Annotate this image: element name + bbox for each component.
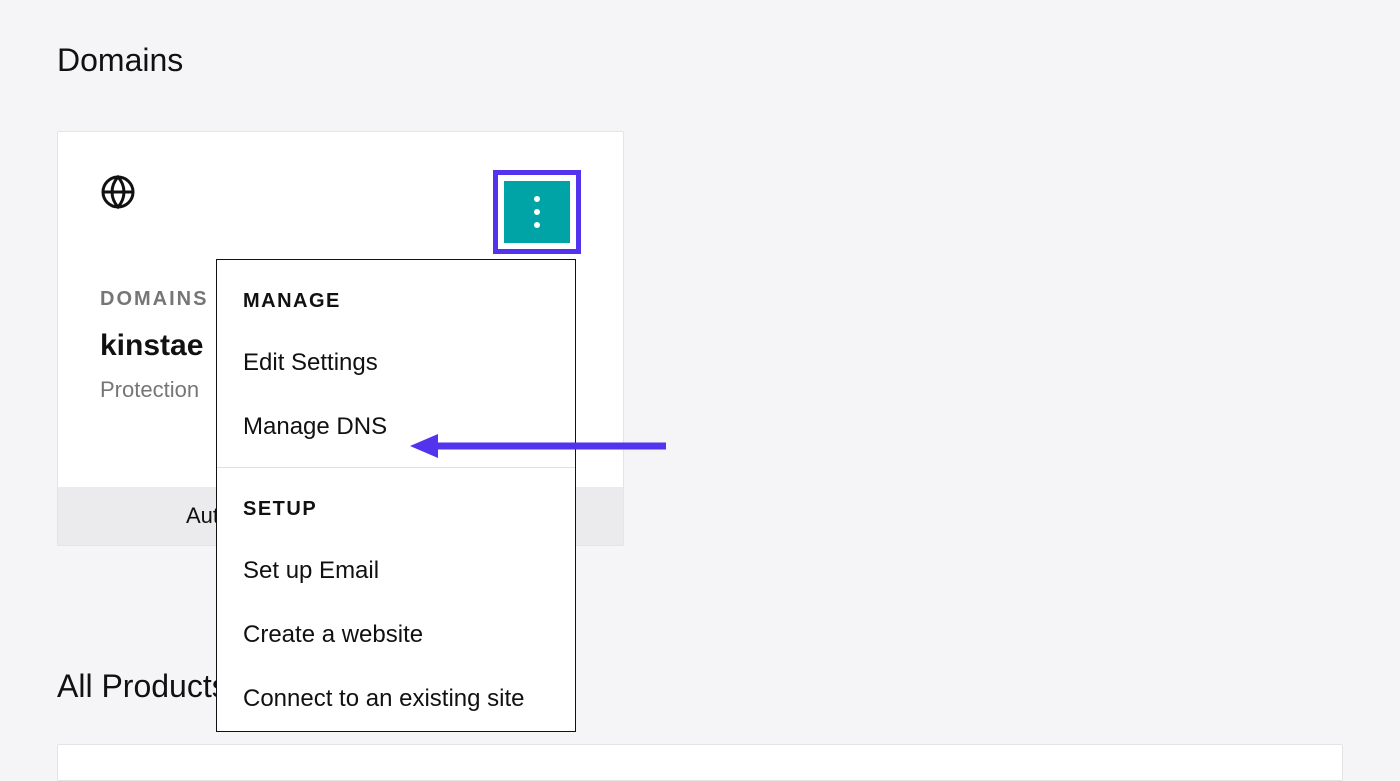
kebab-highlight-annotation [493, 170, 581, 254]
menu-item-create-website[interactable]: Create a website [217, 603, 575, 667]
menu-item-connect-site[interactable]: Connect to an existing site [217, 667, 575, 731]
menu-item-edit-settings[interactable]: Edit Settings [217, 331, 575, 395]
kebab-dots-icon [534, 196, 540, 228]
dropdown-menu: MANAGE Edit Settings Manage DNS SETUP Se… [216, 259, 576, 732]
page-title: Domains [0, 0, 1400, 79]
kebab-menu-button[interactable] [504, 181, 570, 243]
card-header [58, 132, 623, 254]
products-container [57, 744, 1343, 781]
menu-item-manage-dns[interactable]: Manage DNS [217, 395, 575, 459]
menu-section-setup: SETUP [217, 468, 575, 539]
menu-item-setup-email[interactable]: Set up Email [217, 539, 575, 603]
all-products-title: All Products [57, 668, 228, 705]
menu-section-manage: MANAGE [217, 260, 575, 331]
globe-icon [100, 170, 136, 215]
